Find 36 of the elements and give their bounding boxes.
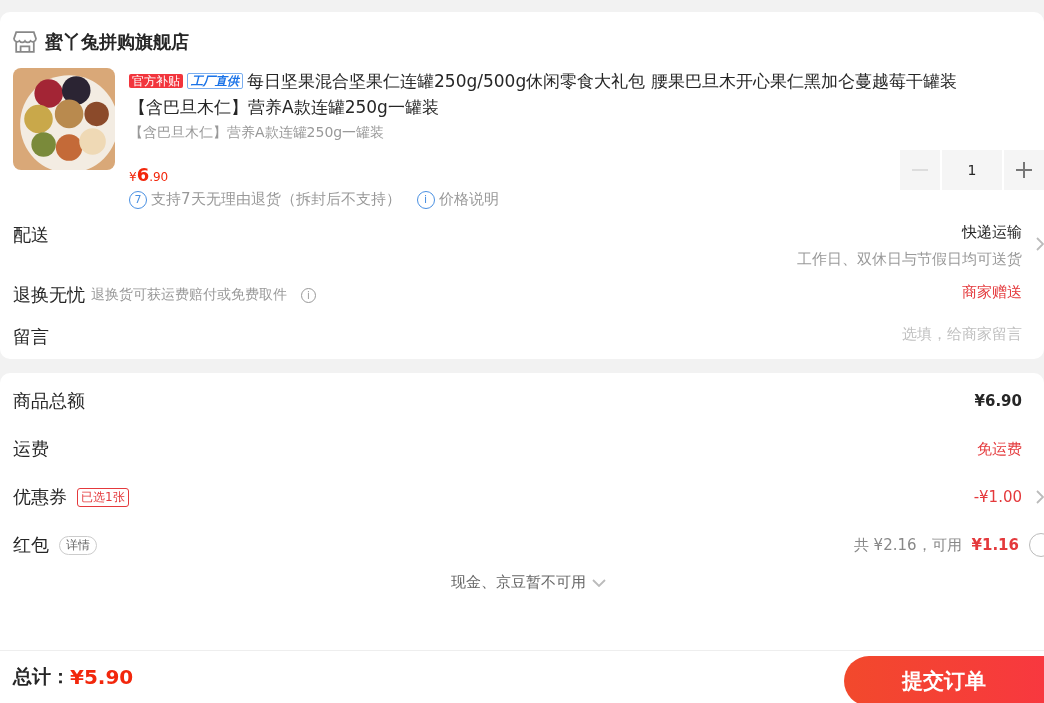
- product-title[interactable]: 【含巴旦木仁】营养A款连罐250g一罐装: [129, 94, 1044, 120]
- row-value: ¥6.90: [974, 392, 1022, 410]
- chevron-icon[interactable]: [1036, 237, 1044, 251]
- plus-button[interactable]: [1004, 150, 1044, 190]
- row-label: 红包: [13, 533, 49, 557]
- row-label: 退换无忧: [13, 283, 85, 307]
- product-spec: 【含巴旦木仁】营养A款连罐250g一罐装: [129, 124, 386, 142]
- quantity-field[interactable]: 1: [942, 150, 1002, 190]
- row-value: 免运费: [977, 439, 1022, 459]
- tag-label: 工厂直供: [187, 73, 243, 89]
- row-label: 配送: [13, 223, 49, 247]
- row-label: 运费: [13, 437, 49, 461]
- tag-label: 官方补贴: [129, 74, 183, 88]
- row-value: ¥1.16: [971, 536, 1019, 554]
- product-title[interactable]: 每日坚果混合坚果仁连罐250g/500g休闲零食大礼包 腰果巴旦木开心果仁黑加仑蔓越莓干罐装: [247, 71, 957, 91]
- row-subtext: 共 ¥2.16，可用: [853, 535, 962, 555]
- row-label: 商品总额: [13, 389, 85, 413]
- row-subtext: 工作日、双休日与节假日均可送货: [797, 250, 1022, 269]
- row-label: 优惠券: [13, 485, 67, 509]
- row-hint: 退换货可获运费赔付或免费取件: [91, 286, 287, 304]
- row-label: 留言: [13, 325, 49, 349]
- chevron-down-icon[interactable]: [592, 578, 606, 587]
- row-value: 快递运输: [962, 223, 1022, 242]
- shop-name[interactable]: 蜜丫兔拼购旗舰店: [45, 30, 189, 54]
- row-value: 商家赠送: [962, 283, 1022, 302]
- store-icon: [13, 31, 37, 53]
- badge-label: 已选1张: [77, 487, 129, 507]
- row-value: -¥1.00: [973, 488, 1022, 506]
- plus-icon: [1016, 162, 1032, 178]
- total-amount: ¥5.90: [70, 665, 134, 689]
- message-field[interactable]: 选填，给商家留言: [822, 325, 1022, 343]
- total-label: 总计：: [13, 664, 70, 689]
- product-price: ¥6.90: [129, 164, 169, 185]
- chevron-icon[interactable]: [1036, 490, 1044, 504]
- expander-link[interactable]: 现金、京豆暂不可用: [451, 573, 586, 592]
- submit-button[interactable]: 提交订单: [844, 656, 1044, 703]
